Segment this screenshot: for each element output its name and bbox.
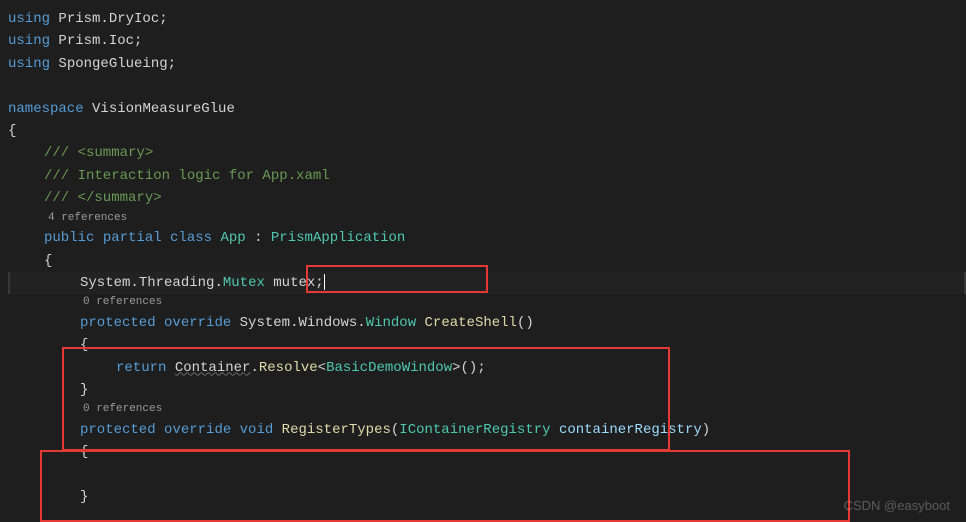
field-declaration: System.Threading.Mutex mutex; [8,272,966,294]
blank-line [8,464,966,486]
return-statement: return Container.Resolve<BasicDemoWindow… [8,357,966,379]
code-line: using Prism.DryIoc; [8,8,966,30]
xml-doc: /// </summary> [8,187,966,209]
codelens-references[interactable]: 4 references [48,210,966,228]
brace: { [8,334,966,356]
xml-doc: /// <summary> [8,142,966,164]
brace: { [8,120,966,142]
class-declaration: public partial class App : PrismApplicat… [8,227,966,249]
blank-line [8,75,966,97]
codelens-references[interactable]: 0 references [83,401,966,419]
codelens-references[interactable]: 0 references [83,294,966,312]
method-declaration: protected override System.Windows.Window… [8,312,966,334]
code-line: using Prism.Ioc; [8,30,966,52]
brace: { [8,250,966,272]
brace: { [8,441,966,463]
text-caret [324,274,325,290]
namespace-decl: namespace VisionMeasureGlue [8,98,966,120]
brace: } [8,486,966,508]
watermark-text: CSDN @easyboot [844,498,950,513]
xml-doc: /// Interaction logic for App.xaml [8,165,966,187]
code-line: using SpongeGlueing; [8,53,966,75]
method-declaration: protected override void RegisterTypes(IC… [8,419,966,441]
brace: } [8,379,966,401]
code-editor[interactable]: using Prism.DryIoc; using Prism.Ioc; usi… [0,0,966,509]
